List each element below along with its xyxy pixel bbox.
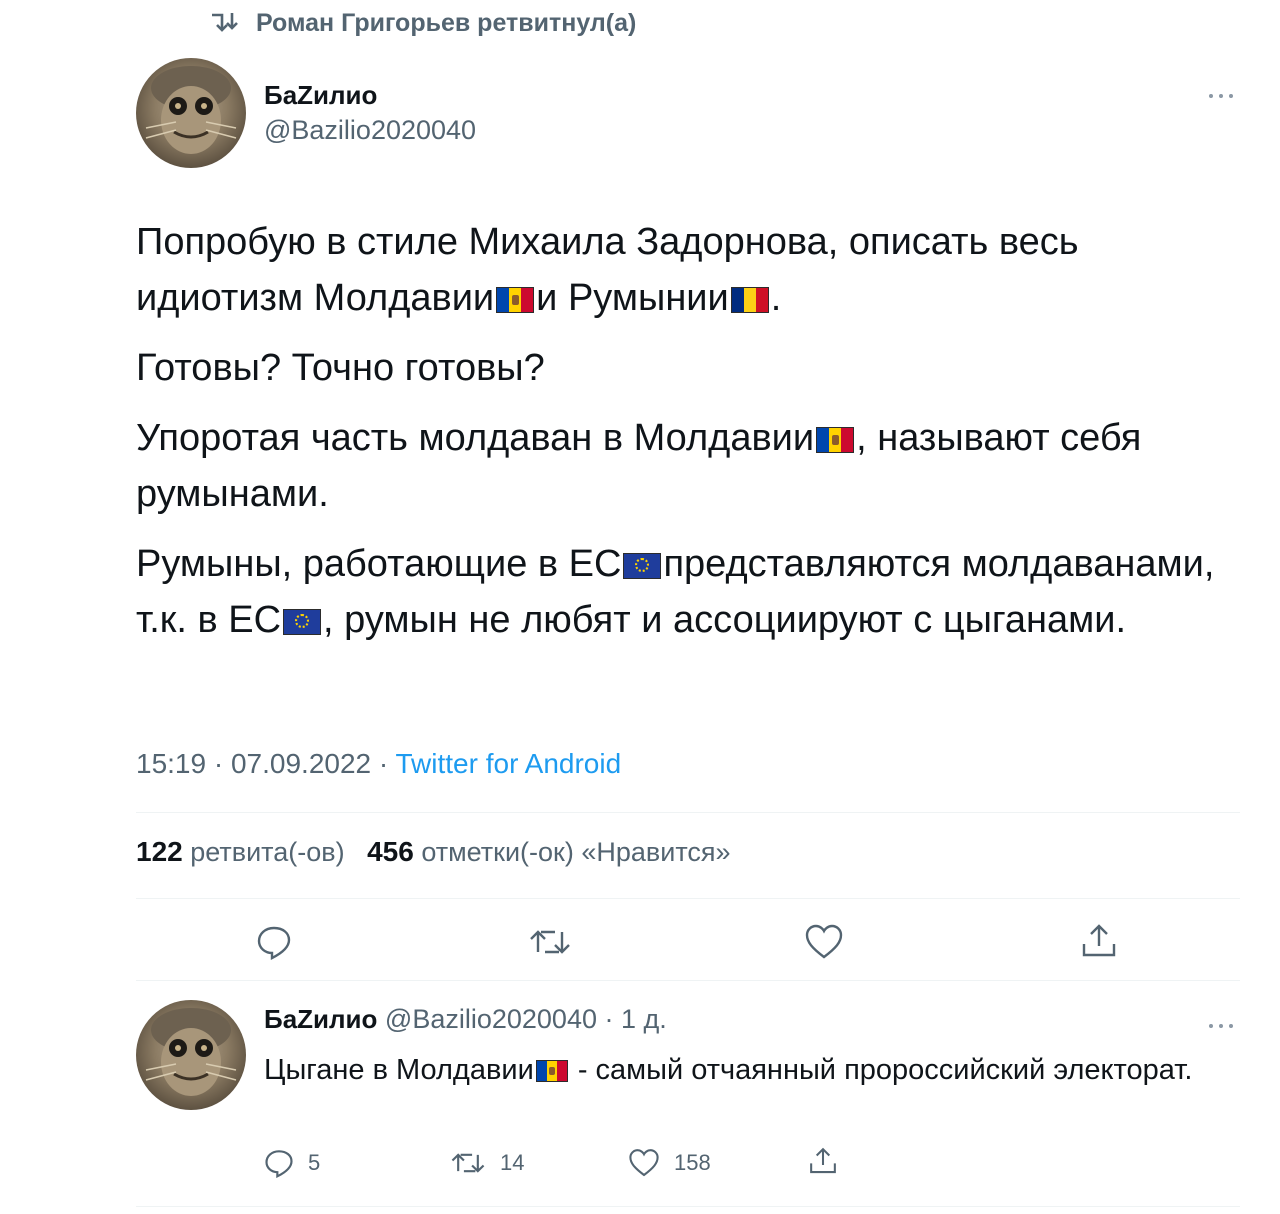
- tweet-text: Попробую в стиле Михаила Задорнова, опис…: [136, 214, 1216, 662]
- text-fragment: Румыны, работающие в ЕС: [136, 543, 622, 585]
- reply-button[interactable]: [256, 924, 292, 960]
- reply-header: БаZилио @Bazilio2020040 · 1 д.: [264, 1004, 667, 1035]
- heart-icon: [805, 924, 843, 959]
- share-icon: [810, 1147, 836, 1174]
- flag-md-icon: [816, 427, 855, 453]
- avatar[interactable]: [136, 58, 246, 168]
- retweet-icon: [451, 1153, 485, 1173]
- retweets-label: ретвита(-ов): [190, 837, 345, 867]
- reply-separator: ·: [604, 1004, 614, 1034]
- retweet-button[interactable]: [528, 924, 572, 960]
- likes-stat[interactable]: 456 отметки(-ок) «Нравится»: [367, 836, 731, 867]
- reply-retweet-button[interactable]: 14: [450, 1148, 524, 1178]
- share-button[interactable]: [1080, 922, 1118, 960]
- reply-avatar[interactable]: [136, 1000, 246, 1110]
- reply-replies-count: 5: [308, 1150, 321, 1175]
- tweet-paragraph: Упоротая часть молдаван в Молдавии, назы…: [136, 410, 1216, 522]
- reply-reply-button[interactable]: 5: [264, 1148, 320, 1178]
- text-fragment: .: [770, 277, 782, 319]
- author-name[interactable]: БаZилио: [264, 80, 377, 111]
- tweet-paragraph: Попробую в стиле Михаила Задорнова, опис…: [136, 214, 1216, 326]
- more-options-icon[interactable]: [1206, 88, 1236, 106]
- likes-label: отметки(-ок) «Нравится»: [421, 837, 731, 867]
- divider: [136, 1206, 1240, 1207]
- likes-count: 456: [367, 836, 414, 867]
- retweeted-by-text[interactable]: Роман Григорьев ретвитнул(а): [256, 9, 636, 38]
- divider: [136, 812, 1240, 813]
- text-fragment: Готовы? Точно готовы?: [136, 347, 545, 389]
- text-fragment: Упоротая часть молдаван в Молдавии: [136, 417, 815, 459]
- reply-more-options-icon[interactable]: [1206, 1018, 1236, 1036]
- reply-text: Цыгане в Молдавии - самый отчаянный прор…: [264, 1048, 1224, 1092]
- reply-share-button[interactable]: [808, 1146, 838, 1176]
- tweet-date[interactable]: 07.09.2022: [231, 748, 371, 779]
- divider: [136, 980, 1240, 981]
- tweet-meta: 15:19 · 07.09.2022 · Twitter for Android: [136, 748, 621, 780]
- text-fragment: и Румынии: [536, 277, 729, 319]
- text-fragment: - самый отчаянный пророссийский электора…: [569, 1054, 1193, 1086]
- tweet-stats: 122 ретвита(-ов) 456 отметки(-ок) «Нрави…: [136, 836, 731, 868]
- tweet-source[interactable]: Twitter for Android: [396, 748, 622, 779]
- text-fragment: , румын не любят и ассоциируют с цыганам…: [323, 599, 1127, 641]
- reply-age[interactable]: 1 д.: [621, 1004, 667, 1034]
- meta-separator: ·: [378, 748, 389, 779]
- retweet-header: Роман Григорьев ретвитнул(а): [208, 6, 636, 40]
- text-fragment: Цыгане в Молдавии: [264, 1054, 534, 1086]
- reply-like-button[interactable]: 158: [628, 1148, 711, 1178]
- flag-eu-icon: [283, 609, 322, 635]
- reply-author-name[interactable]: БаZилио: [264, 1004, 377, 1034]
- retweet-icon: [208, 11, 242, 35]
- divider: [136, 898, 1240, 899]
- share-icon: [1082, 924, 1116, 957]
- retweets-stat[interactable]: 122 ретвита(-ов): [136, 836, 345, 867]
- like-button[interactable]: [804, 924, 844, 960]
- reply-icon: [265, 1150, 293, 1178]
- retweet-icon: [530, 930, 570, 954]
- reply-author-handle[interactable]: @Bazilio2020040: [385, 1004, 597, 1034]
- tweet-paragraph: Готовы? Точно готовы?: [136, 340, 1216, 396]
- flag-md-icon: [496, 287, 535, 313]
- tweet-paragraph: Румыны, работающие в ЕС представляются мо…: [136, 536, 1216, 648]
- tweet-time[interactable]: 15:19: [136, 748, 206, 779]
- reply-likes-count: 158: [674, 1150, 711, 1175]
- heart-icon: [629, 1149, 659, 1177]
- retweets-count: 122: [136, 836, 183, 867]
- flag-md-icon: [535, 1060, 568, 1082]
- reply-icon: [257, 926, 291, 960]
- reply-retweets-count: 14: [500, 1150, 525, 1175]
- author-handle[interactable]: @Bazilio2020040: [264, 115, 476, 146]
- flag-ro-icon: [730, 287, 769, 313]
- flag-eu-icon: [623, 553, 662, 579]
- meta-separator: ·: [213, 748, 224, 779]
